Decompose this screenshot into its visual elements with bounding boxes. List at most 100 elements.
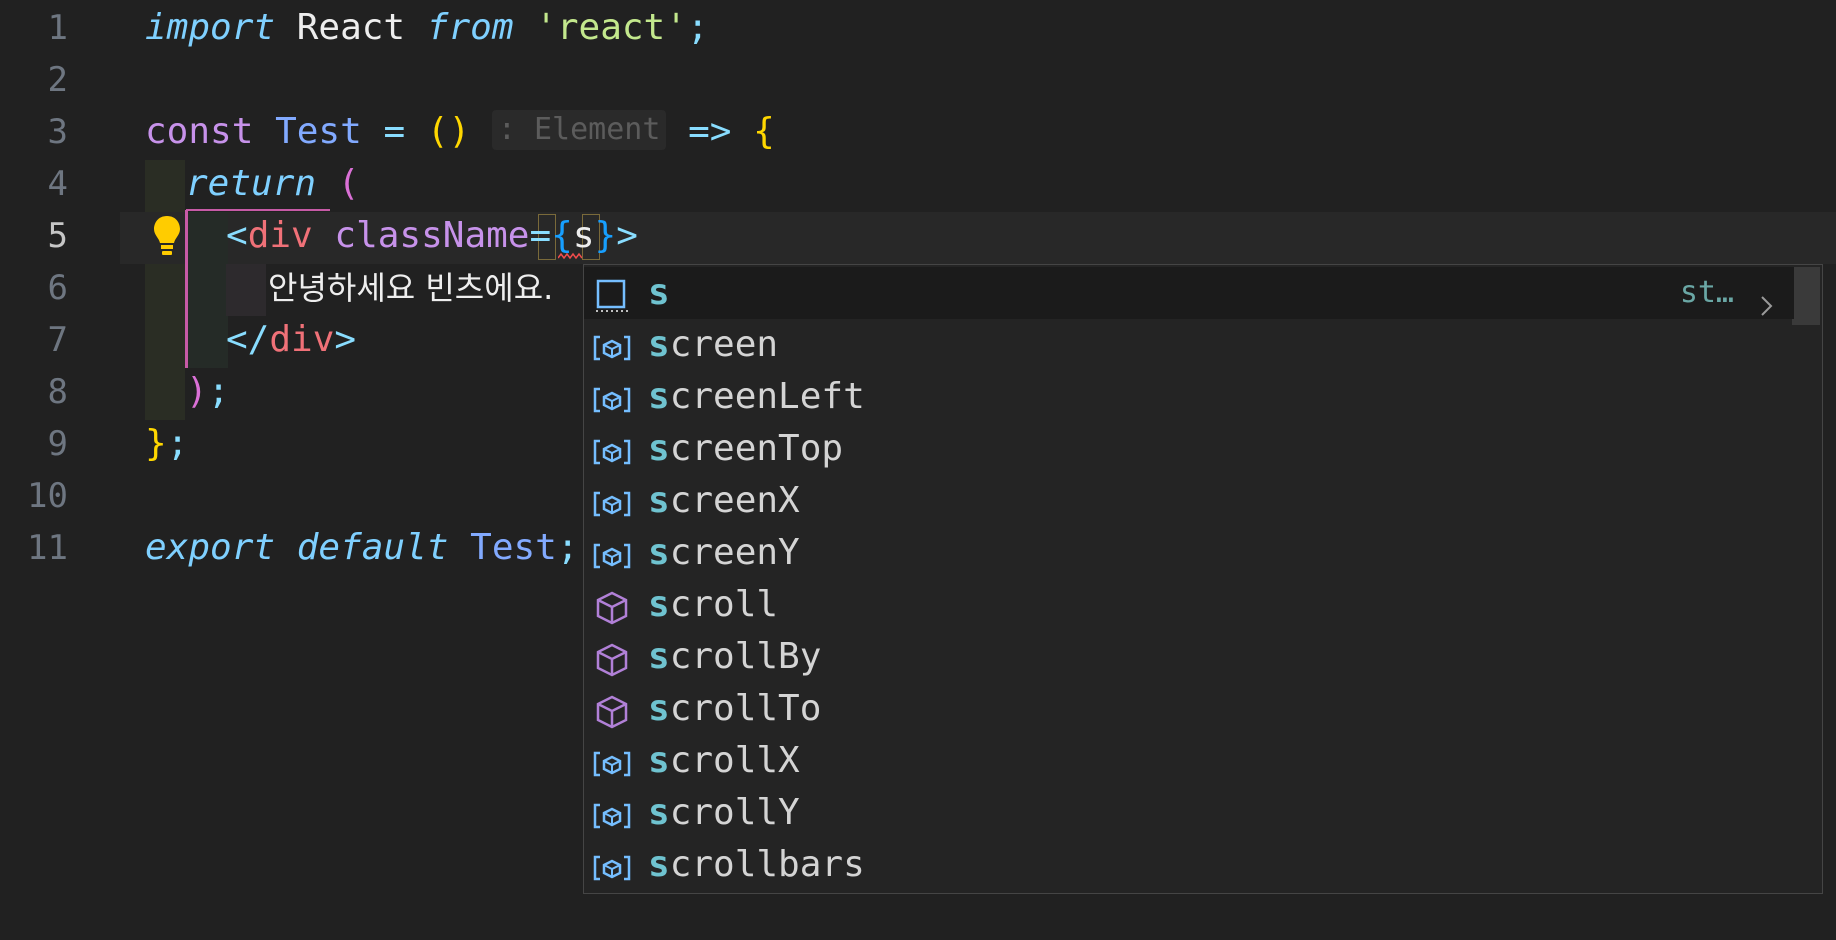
token-from: from — [426, 7, 514, 48]
line-number: 2 — [47, 60, 68, 100]
code-line-3[interactable]: const Test = () : Element => { — [145, 106, 775, 158]
code-line-8[interactable]: ); — [186, 366, 229, 418]
suggest-item[interactable]: scroll — [584, 579, 1794, 631]
suggest-item[interactable]: screenX — [584, 475, 1794, 527]
label-rest: crollY — [669, 792, 800, 833]
bracket-pair-guide — [185, 210, 188, 368]
suggest-item-label: scrollTo — [648, 683, 821, 735]
suggest-item[interactable]: scrollBy — [584, 631, 1794, 683]
variable-icon — [592, 328, 632, 362]
jsx-text: 안녕하세요 빈츠에요. — [268, 269, 554, 307]
suggest-item[interactable]: screen — [584, 319, 1794, 371]
token-paren: ( — [337, 163, 360, 204]
suggest-item[interactable]: scrollX — [584, 735, 1794, 787]
suggest-item[interactable]: scrollbars — [584, 839, 1794, 891]
token-semicolon: ; — [686, 7, 709, 48]
match-highlight: s — [648, 688, 670, 729]
match-highlight: s — [648, 584, 670, 625]
label-rest: croll — [669, 584, 779, 625]
suggest-item-label: screenTop — [648, 423, 843, 475]
code-line-6[interactable]: 안녕하세요 빈츠에요. — [268, 262, 553, 314]
suggest-item[interactable]: screenLeft — [584, 371, 1794, 423]
text-icon — [592, 276, 632, 312]
match-highlight: s — [648, 844, 670, 885]
label-rest: crollX — [669, 740, 800, 781]
line-number: 6 — [47, 268, 68, 308]
variable-icon — [592, 536, 632, 570]
suggest-item-label: screenY — [648, 527, 800, 579]
token-identifier: Test — [470, 527, 557, 568]
match-highlight: s — [648, 272, 670, 313]
variable-icon — [592, 744, 632, 778]
method-icon — [592, 588, 632, 625]
token-brace: { — [753, 111, 775, 152]
line-number: 7 — [47, 320, 68, 360]
token-identifier: React — [296, 7, 406, 48]
suggest-item[interactable]: screenTop — [584, 423, 1794, 475]
token-tag-name: div — [247, 215, 313, 256]
suggest-item-label: screen — [648, 319, 778, 371]
token-typed-text: s — [572, 215, 595, 256]
token-string: 'react' — [535, 7, 687, 48]
label-rest: creen — [669, 324, 779, 365]
code-line-7[interactable]: </div> — [226, 314, 356, 366]
label-rest: creenY — [669, 532, 800, 573]
token-semicolon: ; — [207, 371, 230, 412]
indent-guide — [145, 160, 185, 212]
token-brace-open: { — [551, 215, 573, 256]
chevron-right-icon[interactable] — [1754, 281, 1778, 316]
token-operator: = — [383, 111, 406, 152]
line-number: 10 — [27, 476, 68, 516]
suggest-item-label: screenLeft — [648, 371, 865, 423]
suggest-item[interactable]: scrollTo — [584, 683, 1794, 735]
variable-icon — [592, 848, 632, 882]
line-number: 3 — [47, 112, 68, 152]
token-attribute: className — [334, 215, 530, 256]
code-line-4[interactable]: return ( — [186, 158, 359, 210]
method-icon — [592, 640, 632, 677]
suggest-scrollbar[interactable] — [1792, 267, 1820, 325]
suggest-widget[interactable]: s st… screen screenLeft screenTop screenX scre… — [583, 264, 1823, 894]
match-highlight: s — [648, 376, 670, 417]
match-highlight: s — [648, 324, 670, 365]
suggest-item-label: scrollBy — [648, 631, 821, 683]
suggest-item[interactable]: screenY — [584, 527, 1794, 579]
indent-guide — [188, 212, 228, 368]
token-tag-close: > — [616, 215, 638, 256]
match-highlight: s — [648, 532, 670, 573]
token-identifier: Test — [275, 111, 362, 152]
token-return: return — [186, 163, 317, 204]
line-number: 1 — [47, 8, 68, 48]
match-highlight: s — [648, 428, 670, 469]
line-number-gutter: 1 2 3 4 5 6 7 8 9 10 11 — [0, 0, 120, 940]
token-parens: () — [426, 111, 471, 152]
suggest-item-label: scrollbars — [648, 839, 865, 891]
suggest-item-label: scrollX — [648, 735, 800, 787]
match-highlight: s — [648, 480, 670, 521]
lightbulb-icon[interactable] — [152, 214, 182, 258]
method-icon — [592, 692, 632, 729]
indent-guide — [226, 264, 266, 316]
code-line-11[interactable]: export default Test; — [145, 522, 579, 574]
token-tag-open: </ — [226, 319, 270, 360]
error-squiggle — [558, 252, 582, 260]
token-const: const — [145, 111, 254, 152]
label-rest: creenLeft — [669, 376, 865, 417]
indent-guide — [145, 368, 185, 420]
suggest-item-selected[interactable]: s st… — [584, 267, 1794, 319]
token-tag-close: > — [334, 319, 357, 360]
token-arrow: => — [688, 111, 732, 152]
inlay-type-hint: : Element — [491, 110, 667, 150]
code-line-9[interactable]: }; — [145, 418, 188, 470]
label-rest: crollTo — [669, 688, 822, 729]
line-number: 8 — [47, 372, 68, 412]
token-brace: } — [145, 423, 167, 464]
line-number: 4 — [47, 164, 68, 204]
match-highlight: s — [648, 740, 670, 781]
token-import: import — [145, 7, 276, 48]
suggest-item-label: screenX — [648, 475, 800, 527]
token-tag-name: div — [269, 319, 335, 360]
suggest-item[interactable]: scrollY — [584, 787, 1794, 839]
code-line-1[interactable]: import React from 'react'; — [145, 2, 709, 54]
variable-icon — [592, 380, 632, 414]
